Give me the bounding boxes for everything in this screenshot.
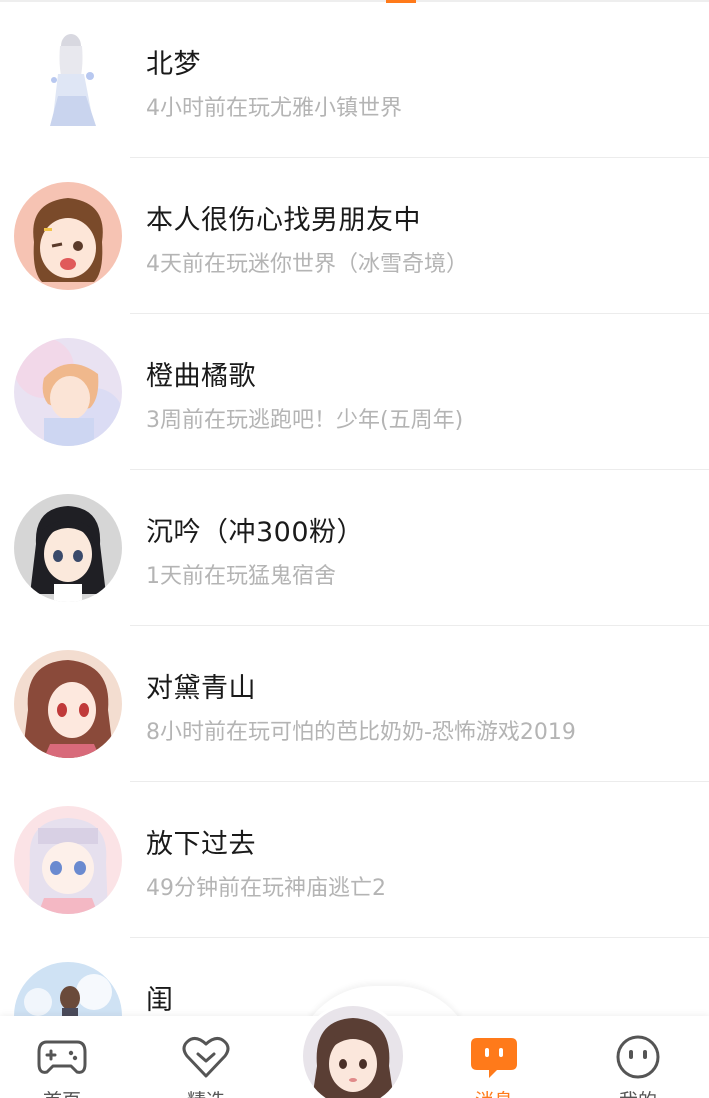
friend-status: 49分钟前在玩神庙逃亡2 [146, 876, 386, 901]
friend-status: 4天前在玩迷你世界（冰雪奇境） [146, 252, 468, 277]
nav-messages[interactable]: 消息 [434, 1016, 554, 1098]
friend-avatar[interactable] [14, 806, 122, 914]
friend-avatar[interactable] [14, 182, 122, 290]
nav-home-label: 首页 [2, 1086, 122, 1098]
friend-item[interactable]: 本人很伤心找男朋友中 4天前在玩迷你世界（冰雪奇境） [0, 158, 709, 314]
face-icon [616, 1035, 660, 1079]
friend-name: 沉吟（冲300粉） [146, 517, 365, 548]
nav-me-label: 我的 [578, 1086, 698, 1098]
friend-item[interactable]: 对黛青山 8小时前在玩可怕的芭比奶奶-恐怖游戏2019 [0, 626, 709, 782]
friend-list[interactable]: 北梦 4小时前在玩尤雅小镇世界 本人很伤心找男朋友中 4天前在玩迷你世界（冰雪奇… [0, 2, 709, 1018]
friend-status: 4小时前在玩尤雅小镇世界 [146, 96, 402, 121]
nav-featured-label: 精选 [146, 1086, 266, 1098]
nav-featured[interactable]: 精选 [146, 1016, 266, 1098]
chat-bubble-icon [471, 1038, 517, 1078]
friend-name: 对黛青山 [146, 673, 256, 704]
friend-name: 橙曲橘歌 [146, 361, 256, 392]
nav-me[interactable]: 我的 [578, 1016, 698, 1098]
heart-icon [182, 1037, 230, 1078]
friend-status: 1天前在玩猛鬼宿舍 [146, 564, 336, 589]
friend-item[interactable]: 北梦 4小时前在玩尤雅小镇世界 [0, 2, 709, 158]
friend-avatar[interactable] [14, 338, 122, 446]
friend-name: 北梦 [146, 49, 201, 80]
friend-avatar[interactable] [14, 494, 122, 602]
friend-status: 8小时前在玩可怕的芭比奶奶-恐怖游戏2019 [146, 720, 576, 745]
nav-home[interactable]: 首页 [2, 1016, 122, 1098]
friend-name: 本人很伤心找男朋友中 [146, 205, 421, 236]
center-avatar-button[interactable] [300, 1003, 406, 1098]
friend-avatar[interactable] [14, 650, 122, 758]
friends-screen: 北梦 4小时前在玩尤雅小镇世界 本人很伤心找男朋友中 4天前在玩迷你世界（冰雪奇… [0, 0, 709, 1098]
friend-status: 3周前在玩逃跑吧！少年(五周年) [146, 408, 464, 433]
friend-name: 闺 [146, 985, 174, 1016]
friend-avatar[interactable] [14, 26, 122, 134]
friend-item[interactable]: 沉吟（冲300粉） 1天前在玩猛鬼宿舍 [0, 470, 709, 626]
friend-avatar[interactable] [14, 962, 122, 1018]
friend-name: 放下过去 [146, 829, 256, 860]
nav-messages-label: 消息 [434, 1086, 554, 1098]
gamepad-icon [37, 1040, 87, 1074]
friend-item[interactable]: 放下过去 49分钟前在玩神庙逃亡2 [0, 782, 709, 938]
friend-item[interactable]: 橙曲橘歌 3周前在玩逃跑吧！少年(五周年) [0, 314, 709, 470]
